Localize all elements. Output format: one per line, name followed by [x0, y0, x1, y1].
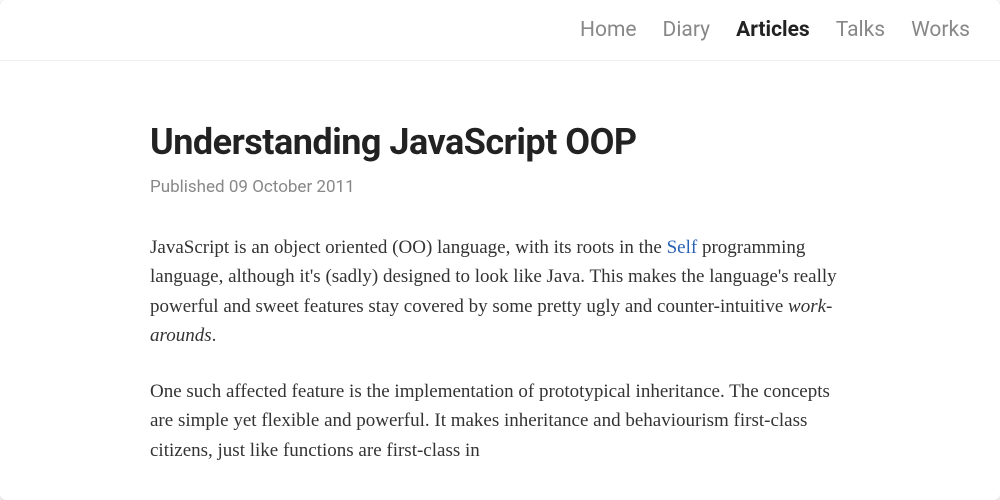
nav-articles[interactable]: Articles	[736, 18, 810, 42]
top-nav: Home Diary Articles Talks Works	[0, 0, 1000, 61]
nav-talks[interactable]: Talks	[836, 18, 885, 42]
paragraph-1: JavaScript is an object oriented (OO) la…	[150, 233, 850, 351]
nav-diary[interactable]: Diary	[663, 18, 711, 42]
p1-text-c: .	[212, 325, 217, 346]
published-label: Published	[150, 177, 229, 197]
article-meta: Published 09 October 2011	[150, 177, 850, 197]
article-content: Understanding JavaScript OOP Published 0…	[0, 61, 1000, 465]
self-link[interactable]: Self	[667, 237, 698, 258]
paragraph-2: One such affected feature is the impleme…	[150, 377, 850, 465]
article-title: Understanding JavaScript OOP	[150, 121, 850, 163]
published-date: 09 October 2011	[229, 177, 355, 197]
nav-works[interactable]: Works	[911, 18, 970, 42]
nav-home[interactable]: Home	[580, 18, 637, 42]
p1-text-a: JavaScript is an object oriented (OO) la…	[150, 237, 667, 258]
